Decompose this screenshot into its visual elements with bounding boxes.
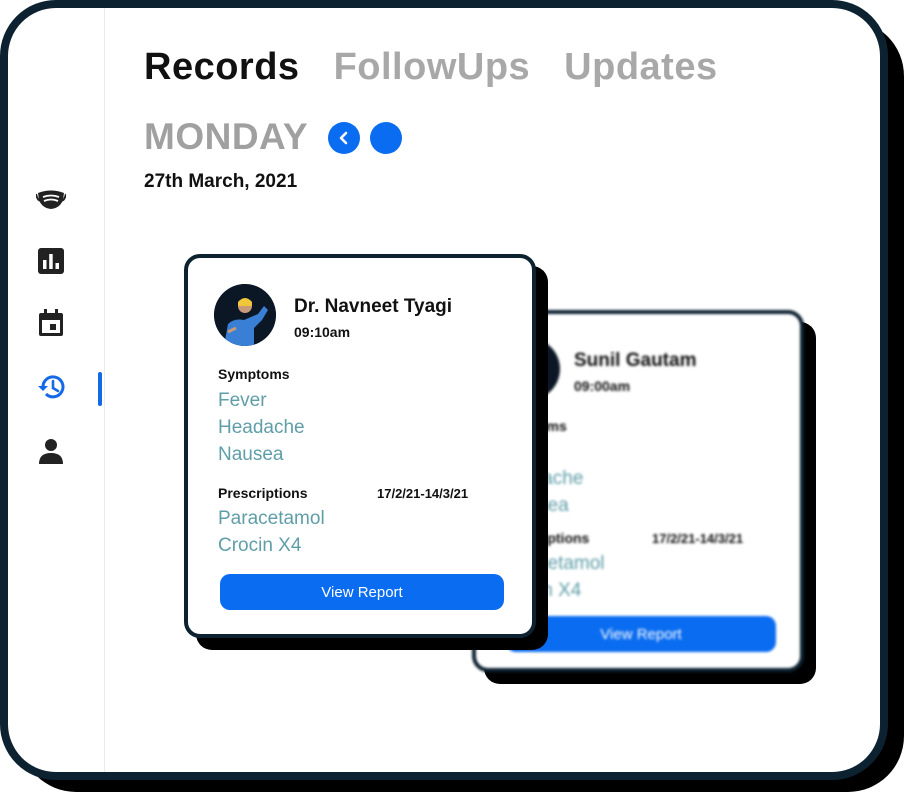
prescription-item: Crocin X4 xyxy=(218,535,302,556)
doctor-avatar xyxy=(214,284,276,346)
mask-icon[interactable] xyxy=(36,184,66,214)
prescription-item: Paracetamol xyxy=(218,508,325,529)
prescription-date-range: 17/2/21-14/3/21 xyxy=(377,486,469,501)
doctor-name: Dr. Navneet Tyagi xyxy=(294,296,453,317)
tab-records[interactable]: Records xyxy=(144,46,300,89)
tab-followups[interactable]: FollowUps xyxy=(334,46,531,89)
tab-bar: Records FollowUps Updates xyxy=(144,46,718,89)
symptom-item: Nausea xyxy=(218,444,284,465)
day-label: MONDAY xyxy=(144,116,309,157)
chevron-left-icon xyxy=(339,131,348,145)
person-icon[interactable] xyxy=(36,436,66,466)
history-icon[interactable] xyxy=(36,372,66,402)
prescriptions-label: Prescriptions xyxy=(218,485,308,501)
doctor-name: Sunil Gautam xyxy=(574,350,697,371)
date-label: 27th March, 2021 xyxy=(144,171,298,192)
bar-chart-icon[interactable] xyxy=(36,246,66,276)
calendar-icon[interactable] xyxy=(36,308,66,338)
symptom-item: Fever xyxy=(218,390,267,411)
appointment-time: 09:00am xyxy=(574,378,631,394)
view-report-button[interactable]: View Report xyxy=(220,574,504,610)
symptoms-label: Symptoms xyxy=(218,366,290,382)
next-day-button[interactable] xyxy=(370,122,402,154)
appointment-time: 09:10am xyxy=(294,324,351,340)
record-card: Dr. Navneet Tyagi 09:10am Symptoms Fever… xyxy=(184,254,536,638)
prev-day-button[interactable] xyxy=(328,122,360,154)
sidebar xyxy=(8,8,105,772)
app-window: Records FollowUps Updates MONDAY 27th Ma… xyxy=(0,0,888,780)
prescription-date-range: 17/2/21-14/3/21 xyxy=(652,531,744,546)
tab-updates[interactable]: Updates xyxy=(564,46,717,89)
active-indicator xyxy=(98,372,102,406)
symptom-item: Headache xyxy=(218,417,305,438)
